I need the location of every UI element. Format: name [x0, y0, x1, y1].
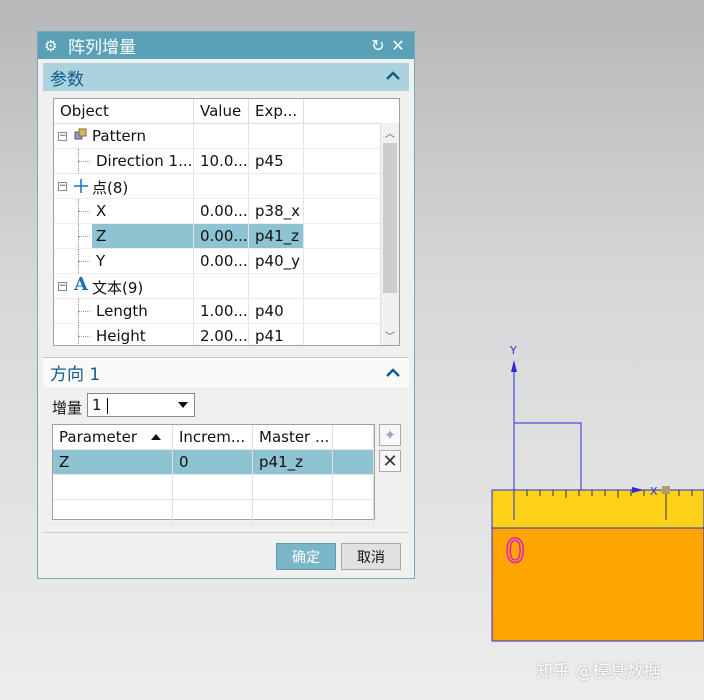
tree-value: 1.00... [194, 299, 249, 323]
tree-label: Pattern [92, 127, 146, 145]
table-row[interactable]: Z 0 p41_z [53, 450, 374, 475]
parameters-section-title: 参数 [50, 69, 84, 90]
tree-exp [249, 274, 304, 298]
col-parameter-label: Parameter [59, 428, 138, 446]
collapse-icon[interactable]: − [58, 182, 67, 191]
chevron-up-icon[interactable] [385, 68, 401, 84]
tree-col-object[interactable]: Object [54, 99, 194, 123]
yellow-ruler [491, 489, 704, 529]
tree-row-x[interactable]: X 0.00... p38_x [54, 199, 399, 224]
tree-exp: p40_y [249, 249, 304, 273]
tree-scrollbar[interactable]: ︿ ﹀ [380, 123, 399, 345]
tree-col-exp[interactable]: Exp... [249, 99, 304, 123]
footer-divider [43, 532, 409, 533]
cell-extra [333, 450, 374, 474]
chevron-down-icon[interactable] [178, 402, 188, 408]
tree-row-direction[interactable]: Direction 1... 10.0... p45 [54, 149, 399, 174]
tree-value [194, 124, 249, 148]
tree-label: Direction 1... [96, 152, 193, 170]
tree-exp: p40 [249, 299, 304, 323]
tree-exp [249, 174, 304, 198]
col-increment[interactable]: Increm... [173, 425, 253, 449]
tree-label: Y [96, 252, 106, 270]
parameter-table[interactable]: Parameter Increm... Master ... Z 0 p41_z [52, 424, 375, 525]
tree-row-text[interactable]: − A 文本(9) [54, 274, 399, 299]
direction-section-header[interactable]: 方向 1 [43, 357, 409, 387]
tree-col-value[interactable]: Value [194, 99, 249, 123]
table-row-empty [53, 500, 374, 525]
increment-label: 增量 [52, 399, 83, 417]
scroll-up-icon[interactable]: ︿ [385, 125, 395, 140]
tree-value: 2.00... [194, 324, 249, 345]
collapse-icon[interactable]: − [58, 132, 67, 141]
tree-label: Length [96, 302, 148, 320]
scroll-down-icon[interactable]: ﹀ [385, 328, 395, 343]
tree-label: X [96, 202, 107, 220]
magenta-digit: 0 [505, 532, 525, 570]
parameter-table-header: Parameter Increm... Master ... [53, 425, 374, 450]
close-icon[interactable]: ✕ [388, 36, 408, 55]
increment-combo[interactable]: 1 [87, 393, 195, 417]
sketch-outline [514, 422, 582, 490]
sort-up-icon [151, 434, 162, 440]
tree-row-length[interactable]: Length 1.00... p40 [54, 299, 399, 324]
tree-label: Z [96, 227, 107, 245]
y-axis-arrow [511, 360, 517, 372]
col-parameter[interactable]: Parameter [53, 425, 173, 449]
tree-row-z[interactable]: Z 0.00... p41_z [54, 224, 399, 249]
pattern-icon [74, 128, 87, 140]
tree-value [194, 174, 249, 198]
gear-icon: ⚙ [44, 36, 58, 55]
cell-master: p41_z [253, 450, 333, 474]
remove-parameter-button[interactable]: ✕ [379, 450, 401, 472]
origin-marker [662, 486, 670, 494]
reset-icon[interactable]: ↻ [368, 36, 388, 55]
add-parameter-button[interactable]: ✦ [379, 424, 401, 446]
cell-increment: 0 [173, 450, 253, 474]
col-extra [333, 425, 374, 449]
pattern-increment-dialog: ⚙ 阵列增量 ↻ ✕ 参数 Object Value Exp... − Patt… [37, 31, 415, 579]
x-axis-label: X [650, 485, 658, 498]
tree-label: 点(8) [92, 179, 129, 197]
scrollbar-thumb[interactable] [383, 143, 397, 293]
sparkle-icon: ✦ [383, 426, 397, 444]
cancel-button[interactable]: 取消 [341, 543, 401, 570]
direction-section-title: 方向 1 [50, 365, 101, 385]
y-axis-label: Y [509, 344, 517, 357]
parameters-section-header[interactable]: 参数 [43, 63, 409, 91]
tree-label: 文本(9) [92, 279, 144, 297]
dialog-title: 阵列增量 [68, 38, 136, 58]
tree-exp [249, 124, 304, 148]
chevron-up-icon[interactable] [385, 365, 401, 381]
increment-value: 1 [92, 396, 102, 414]
collapse-icon[interactable]: − [58, 282, 67, 291]
tree-exp: p41_z [249, 224, 304, 248]
tree-value: 0.00... [194, 249, 249, 273]
delete-icon: ✕ [382, 450, 398, 472]
tree-label: Height [96, 327, 146, 345]
tree-row-y[interactable]: Y 0.00... p40_y [54, 249, 399, 274]
tree-header: Object Value Exp... [54, 99, 399, 124]
watermark: 知乎 @模具数据 [536, 662, 661, 682]
table-row-empty [53, 475, 374, 500]
tree-exp: p38_x [249, 199, 304, 223]
tree-value: 0.00... [194, 224, 249, 248]
col-master[interactable]: Master ... [253, 425, 333, 449]
expression-tree[interactable]: Object Value Exp... − Pattern Direction … [53, 98, 400, 346]
tree-value: 0.00... [194, 199, 249, 223]
cell-parameter: Z [53, 450, 173, 474]
tree-row-points[interactable]: − 点(8) [54, 174, 399, 199]
tree-value [194, 274, 249, 298]
text-icon: A [74, 274, 88, 295]
tree-exp: p45 [249, 149, 304, 173]
tree-value: 10.0... [194, 149, 249, 173]
tree-row-height[interactable]: Height 2.00... p41 [54, 324, 399, 345]
ok-button[interactable]: 确定 [276, 543, 336, 570]
point-icon [74, 179, 88, 193]
dialog-title-bar: ⚙ 阵列增量 ↻ ✕ [38, 32, 414, 59]
tree-row-pattern[interactable]: − Pattern [54, 124, 399, 149]
tree-exp: p41 [249, 324, 304, 345]
